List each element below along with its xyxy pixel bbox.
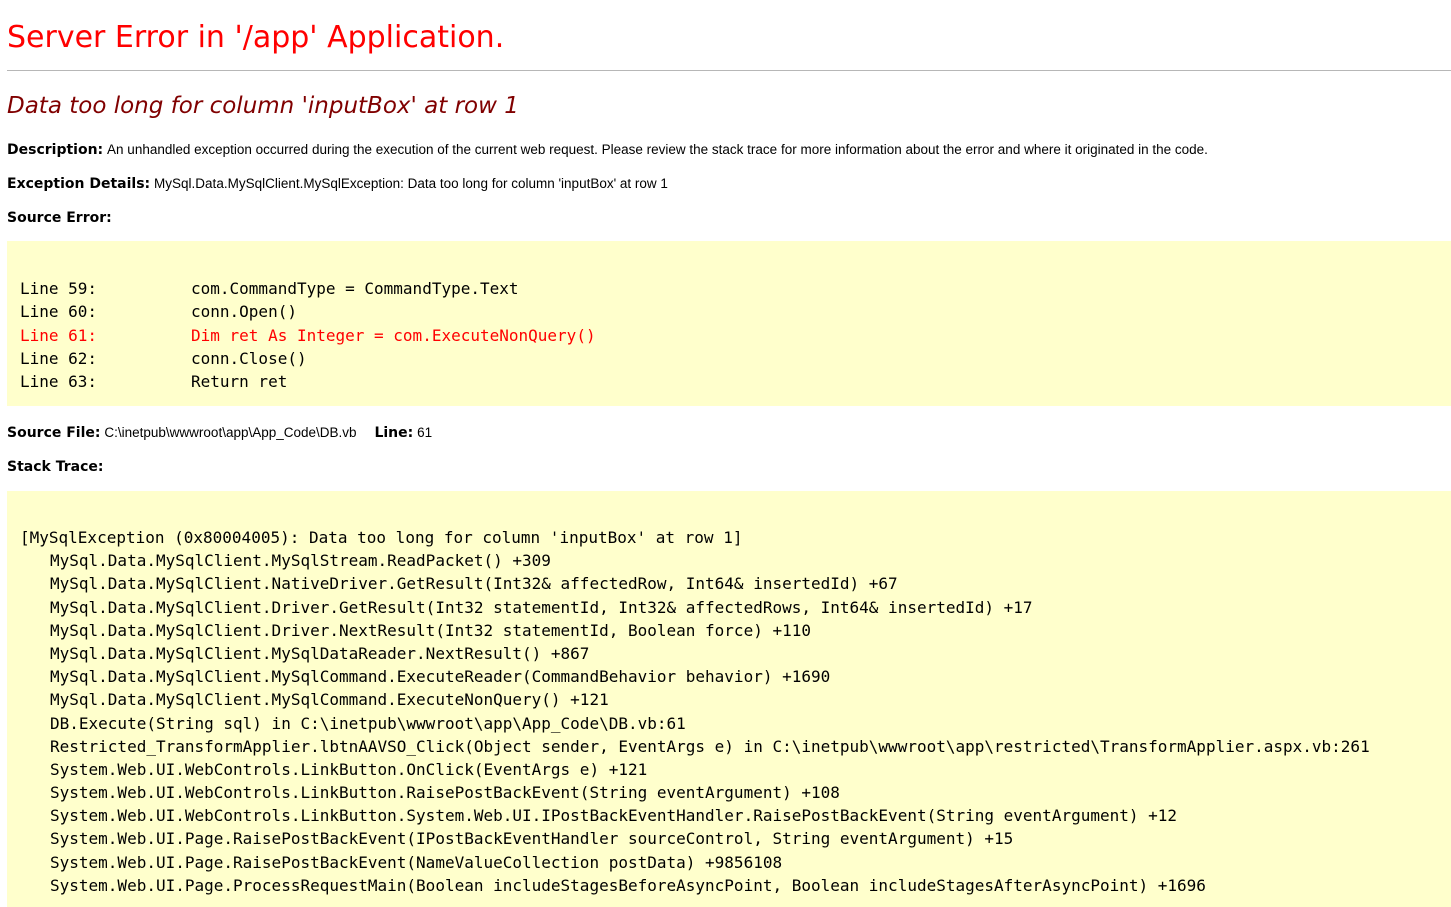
exception-details-label: Exception Details: [7, 176, 151, 192]
description-label: Description: [7, 142, 104, 158]
stack-trace-listing: [MySqlException (0x80004005): Data too l… [20, 526, 1451, 897]
stack-frame: MySql.Data.MySqlClient.Driver.NextResult… [50, 620, 811, 640]
description-text: An unhandled exception occurred during t… [107, 142, 1208, 157]
source-line-number: Line 59: [20, 279, 98, 298]
exception-details-text: MySql.Data.MySqlClient.MySqlException: D… [154, 176, 668, 191]
source-line: Line 60: conn.Open() [20, 300, 1451, 323]
stack-frame: MySql.Data.MySqlClient.MySqlCommand.Exec… [50, 690, 609, 710]
source-line-code: Return ret [191, 372, 288, 392]
source-error-label: Source Error: [7, 210, 112, 226]
stack-frame: System.Web.UI.WebControls.LinkButton.Rai… [50, 783, 840, 803]
stack-frame: MySql.Data.MySqlClient.MySqlCommand.Exec… [50, 667, 831, 687]
stack-frame: MySql.Data.MySqlClient.MySqlDataReader.N… [50, 643, 590, 663]
source-line-error-highlight: Line 61: Dim ret As Integer = com.Execute… [20, 324, 1451, 347]
source-line-number: Line 62: [20, 348, 98, 368]
stack-frame: System.Web.UI.WebControls.LinkButton.OnC… [50, 759, 648, 779]
source-line-number: Line 61: [20, 325, 98, 345]
stack-frame: DB.Execute(String sql) in C:\inetpub\www… [50, 713, 686, 733]
source-file-path: C:\inetpub\wwwroot\app\App_Code\DB.vb [104, 425, 357, 440]
description-section: Description: An unhandled exception occu… [7, 140, 1208, 159]
stack-trace-label: Stack Trace: [7, 459, 104, 475]
stack-trace-header: [MySqlException (0x80004005): Data too l… [20, 528, 743, 547]
page-title: Server Error in '/app' Application. [7, 20, 505, 55]
stack-frame: MySql.Data.MySqlClient.Driver.GetResult(… [50, 597, 1033, 617]
source-line-code: Dim ret As Integer = com.ExecuteNonQuery… [191, 325, 596, 345]
stack-frame: System.Web.UI.Page.ProcessRequestMain(Bo… [50, 875, 1206, 895]
stack-frame: System.Web.UI.Page.RaisePostBackEvent(IP… [50, 829, 1014, 849]
stack-frame: System.Web.UI.Page.RaisePostBackEvent(Na… [50, 852, 783, 872]
source-line: Line 59: com.CommandType = CommandType.Te… [20, 277, 1451, 300]
source-line-code: com.CommandType = CommandType.Text [191, 279, 519, 298]
source-line-number: Line 60: [20, 302, 98, 322]
source-error-code-box: Line 59: com.CommandType = CommandType.Te… [7, 241, 1451, 406]
source-line-number: Line 63: [20, 372, 98, 392]
source-line-code: conn.Open() [191, 302, 297, 322]
stack-frame: MySql.Data.MySqlClient.NativeDriver.GetR… [50, 574, 898, 594]
stack-frame: MySql.Data.MySqlClient.MySqlStream.ReadP… [50, 551, 551, 571]
source-file-label: Source File: [7, 425, 101, 441]
stack-trace-section: Stack Trace: [7, 457, 103, 476]
source-line-code: conn.Close() [191, 348, 307, 368]
source-code-listing: Line 59: com.CommandType = CommandType.Te… [20, 277, 1451, 393]
title-divider [7, 70, 1451, 71]
exception-details-section: Exception Details: MySql.Data.MySqlClien… [7, 174, 668, 193]
error-message: Data too long for column 'inputBox' at r… [7, 93, 519, 119]
stack-frame: System.Web.UI.WebControls.LinkButton.Sys… [50, 806, 1178, 826]
source-line-label: Line: [374, 425, 414, 441]
source-line: Line 63: Return ret [20, 370, 1451, 393]
source-error-section: Source Error: [7, 208, 112, 227]
source-file-section: Source File: C:\inetpub\wwwroot\app\App_… [7, 423, 432, 442]
source-line-value: 61 [417, 425, 433, 440]
stack-frame: Restricted_TransformApplier.lbtnAAVSO_Cl… [50, 736, 1370, 756]
stack-trace-code-box: [MySqlException (0x80004005): Data too l… [7, 491, 1451, 907]
source-line: Line 62: conn.Close() [20, 347, 1451, 370]
